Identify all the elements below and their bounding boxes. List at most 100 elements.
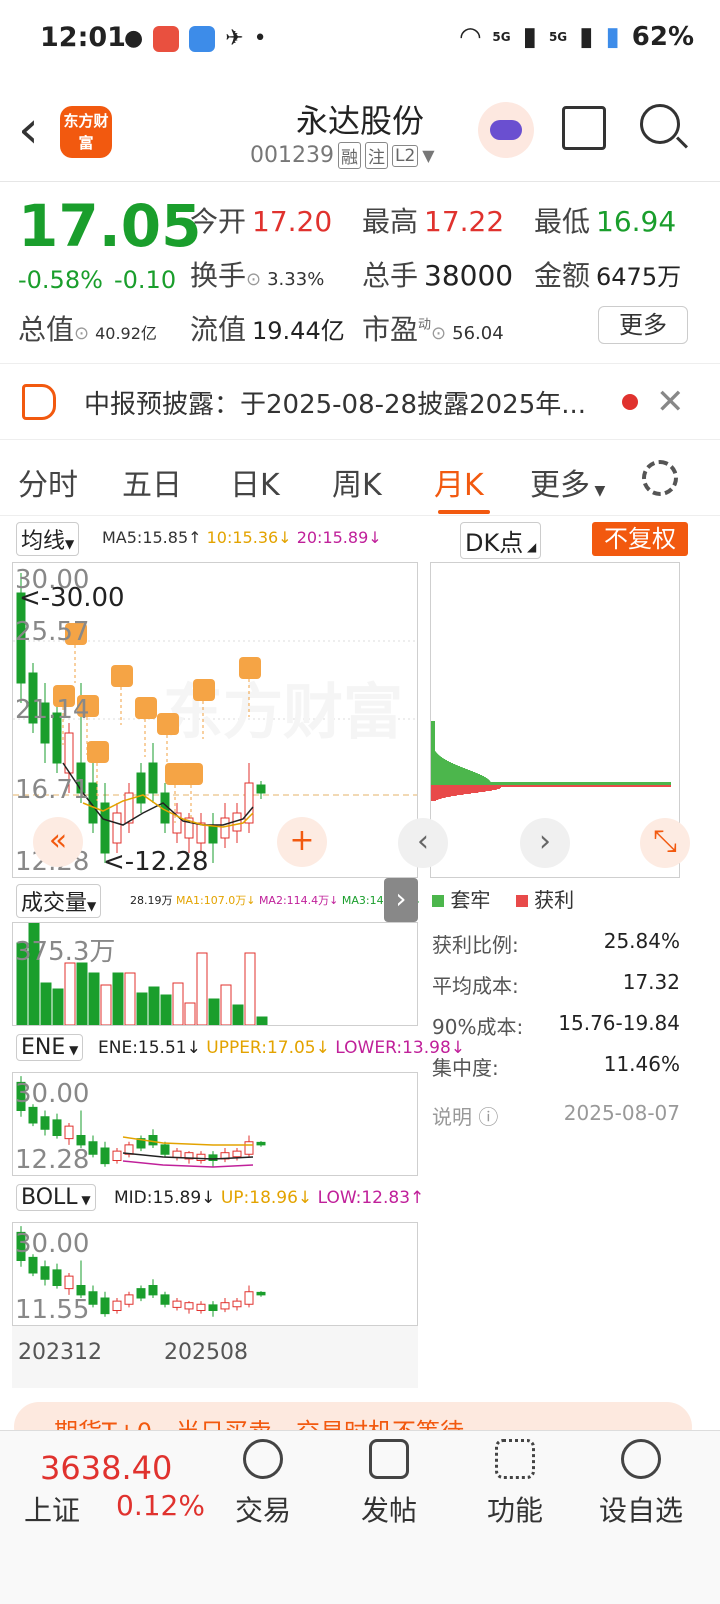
chip-bar bbox=[431, 773, 478, 774]
app-icon bbox=[189, 26, 216, 52]
chip-stats: 套牢 获利 获利比例: 25.84% 平均成本: 17.32 90%成本: 15.76… bbox=[432, 884, 680, 1130]
chip-bar bbox=[431, 796, 451, 797]
index-value[interactable]: 3638.40 bbox=[40, 1449, 172, 1487]
candle-body bbox=[64, 1125, 74, 1140]
low-value: 16.94 bbox=[596, 205, 677, 238]
share-icon[interactable] bbox=[562, 106, 606, 150]
ene-chart[interactable]: 30.00 12.28 bbox=[12, 1072, 418, 1176]
nav-watchlist[interactable]: 设自选 bbox=[586, 1439, 696, 1529]
tab-daily-k[interactable]: 日K bbox=[230, 460, 280, 504]
candle-body bbox=[256, 1291, 266, 1296]
trapped-swatch bbox=[432, 895, 444, 907]
x-axis: 202312 202508 bbox=[12, 1326, 418, 1388]
market-cap-field[interactable]: 总值⊙ 40.92亿 bbox=[18, 308, 157, 348]
index-change[interactable]: 0.12% bbox=[116, 1489, 205, 1522]
dk-select-label: DK点 bbox=[465, 529, 524, 557]
notice-text[interactable]: 中报预披露：于2025-08-28披露2025年... bbox=[84, 384, 594, 421]
tag-registration: 注 bbox=[364, 142, 388, 169]
candle-body bbox=[196, 1153, 206, 1161]
ene-select[interactable]: ENE ▼ bbox=[16, 1034, 84, 1061]
y-label-4: 16.71 bbox=[15, 775, 90, 805]
tab-monthly-k[interactable]: 月K bbox=[434, 460, 484, 504]
chip-bar bbox=[431, 793, 471, 794]
chip-bar bbox=[431, 763, 454, 764]
wechat-icon: ● bbox=[124, 26, 144, 51]
active-tab-indicator bbox=[438, 510, 490, 514]
candle-body bbox=[160, 1294, 170, 1305]
legend-trapped: 套牢 bbox=[450, 888, 491, 912]
boll-chart[interactable]: 30.00 11.55 bbox=[12, 1222, 418, 1326]
tab-five-day[interactable]: 五日 bbox=[122, 460, 182, 504]
fullscreen-icon[interactable]: ⤡ bbox=[640, 818, 690, 868]
more-quote-button[interactable]: 更多 bbox=[598, 306, 688, 344]
tab-weekly-k[interactable]: 周K bbox=[332, 460, 382, 504]
ma-select-label: 均线 bbox=[21, 529, 66, 554]
turnover-value: 3.33% bbox=[267, 269, 325, 290]
search-icon[interactable] bbox=[640, 104, 680, 144]
boll-select[interactable]: BOLL ▼ bbox=[16, 1184, 96, 1211]
chip-note-row[interactable]: 说明 ⓘ 2025-08-07 bbox=[432, 1101, 680, 1130]
dk-select[interactable]: DK点 ◢ bbox=[460, 522, 542, 559]
chip-note-label: 说明 bbox=[432, 1105, 472, 1129]
chip-next-icon[interactable]: › bbox=[520, 818, 570, 868]
float-cap-value: 19.44亿 bbox=[252, 317, 345, 345]
gear-icon[interactable] bbox=[642, 460, 678, 496]
volume-bar bbox=[76, 962, 88, 1025]
chip-bar bbox=[431, 757, 443, 758]
chip-bar bbox=[431, 726, 435, 727]
volume-chart[interactable]: 375.3万 bbox=[12, 922, 418, 1026]
chip-bar bbox=[431, 725, 435, 726]
unread-dot bbox=[622, 394, 638, 410]
candle-body bbox=[136, 772, 146, 804]
trade-icon bbox=[243, 1439, 283, 1479]
boll-top-label: 30.00 bbox=[15, 1229, 90, 1259]
kline-chart[interactable]: 东方财富 30.00 <-30.00 25.57 21.14 16.71 12.… bbox=[12, 562, 418, 878]
period-tabs: 分时 五日 日K 周K 月K 更多 ▼ bbox=[0, 446, 720, 516]
turnover-field[interactable]: 换手⊙ 3.33% bbox=[190, 254, 324, 294]
ai-robot-icon[interactable] bbox=[478, 102, 534, 158]
candle-body bbox=[124, 1294, 134, 1305]
chip-row-value: 17.32 bbox=[622, 970, 680, 994]
volume-values: 28.19万 MA1:107.0万↓ MA2:114.4万↓ MA3:140.7… bbox=[130, 892, 421, 908]
open-value: 17.20 bbox=[252, 205, 333, 238]
chip-prev-icon[interactable]: ‹ bbox=[398, 818, 448, 868]
expand-panel-icon[interactable]: › bbox=[384, 878, 418, 922]
index-name[interactable]: 上证 bbox=[24, 1489, 80, 1529]
candle-body bbox=[220, 817, 230, 839]
nav-post[interactable]: 发帖 bbox=[334, 1439, 444, 1529]
zoom-plus-icon[interactable]: + bbox=[277, 817, 327, 867]
chip-bar bbox=[431, 783, 671, 784]
market-cap-value: 40.92亿 bbox=[95, 324, 157, 343]
chip-row-label: 平均成本: bbox=[432, 974, 519, 998]
ma5-value: MA5:15.85↑ bbox=[102, 528, 202, 547]
scroll-left-icon[interactable]: « bbox=[33, 817, 83, 867]
ma-select[interactable]: 均线▼ bbox=[16, 522, 80, 556]
nav-trade[interactable]: 交易 bbox=[208, 1439, 318, 1529]
notice-bar[interactable]: 中报预披露：于2025-08-28披露2025年... ✕ bbox=[0, 366, 720, 440]
nav-functions[interactable]: 功能 bbox=[460, 1439, 570, 1529]
chip-bar bbox=[431, 759, 446, 760]
low-field: 最低 16.94 bbox=[534, 200, 676, 240]
boll-select-label: BOLL bbox=[21, 1185, 78, 1210]
pe-field[interactable]: 市盈动⊙ 56.04 bbox=[362, 308, 504, 348]
no-adjust-button[interactable]: 不复权 bbox=[592, 522, 688, 556]
close-icon[interactable]: ✕ bbox=[656, 382, 685, 422]
candle-body bbox=[112, 1300, 122, 1311]
chip-bar bbox=[431, 786, 671, 787]
candle-body bbox=[256, 784, 266, 794]
chip-bar bbox=[431, 727, 435, 728]
stock-code-row[interactable]: 001239 融 注 L2 ▼ bbox=[250, 142, 435, 169]
signal-icon: ▮ bbox=[579, 22, 594, 52]
chip-bar bbox=[431, 722, 435, 723]
t-marker bbox=[181, 763, 203, 785]
candle-body bbox=[100, 1147, 110, 1165]
candle-body bbox=[52, 1119, 62, 1136]
chip-bar bbox=[431, 729, 435, 730]
tab-more[interactable]: 更多 ▼ bbox=[530, 460, 605, 504]
chip-bar bbox=[431, 790, 492, 791]
info-icon: ⊙ bbox=[431, 323, 447, 344]
tab-intraday[interactable]: 分时 bbox=[18, 460, 78, 504]
volume-value: 38000 bbox=[424, 259, 514, 292]
volume-select[interactable]: 成交量▼ bbox=[16, 884, 102, 918]
float-cap-field: 流值 19.44亿 bbox=[190, 308, 345, 348]
